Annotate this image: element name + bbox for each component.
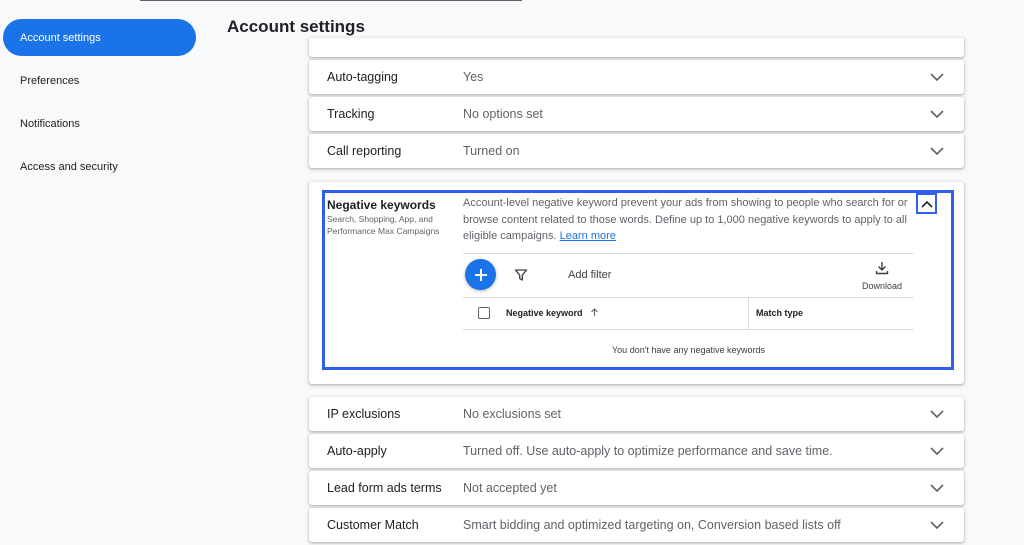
- column-divider: [748, 298, 749, 329]
- setting-row-ip-exclusions[interactable]: IP exclusions No exclusions set: [309, 397, 964, 431]
- settings-sidebar: Account settings Preferences Notificatio…: [0, 0, 210, 545]
- empty-table-message: You don't have any negative keywords: [612, 345, 765, 355]
- setting-row-customer-match[interactable]: Customer Match Smart bidding and optimiz…: [309, 508, 964, 542]
- row-value: Yes: [463, 70, 484, 84]
- chevron-down-icon[interactable]: [930, 446, 944, 456]
- add-keyword-button[interactable]: [465, 259, 496, 290]
- row-value: Turned off. Use auto-apply to optimize p…: [463, 444, 833, 458]
- sort-ascending-icon: [591, 308, 598, 316]
- sidebar-item-label: Account settings: [20, 31, 101, 44]
- setting-row-call-reporting[interactable]: Call reporting Turned on: [309, 134, 964, 168]
- negative-keywords-description: Account-level negative keyword prevent y…: [463, 195, 925, 245]
- row-label: Tracking: [327, 107, 375, 121]
- row-label: Customer Match: [327, 518, 419, 532]
- row-value: Not accepted yet: [463, 481, 557, 495]
- setting-row-lead-form-ads-terms[interactable]: Lead form ads terms Not accepted yet: [309, 471, 964, 505]
- sidebar-item-label: Preferences: [20, 74, 80, 87]
- row-value: Turned on: [463, 144, 520, 158]
- row-label: Auto-apply: [327, 444, 387, 458]
- chevron-down-icon[interactable]: [930, 109, 944, 119]
- column-header-negative-keyword[interactable]: Negative keyword: [506, 308, 599, 318]
- row-label: IP exclusions: [327, 407, 401, 421]
- filter-icon[interactable]: [514, 268, 528, 282]
- column-header-label: Negative keyword: [506, 308, 583, 318]
- sidebar-item-account-settings[interactable]: Account settings: [3, 19, 196, 56]
- page-title: Account settings: [227, 17, 365, 36]
- table-header-top-divider: [463, 297, 914, 298]
- row-label: Call reporting: [327, 144, 402, 158]
- toolbar-top-divider: [463, 253, 914, 254]
- collapse-button[interactable]: [916, 193, 937, 214]
- chevron-down-icon[interactable]: [930, 520, 944, 530]
- sidebar-item-notifications[interactable]: Notifications: [3, 105, 196, 142]
- row-label: Lead form ads terms: [327, 481, 442, 495]
- column-header-match-type[interactable]: Match type: [756, 308, 803, 318]
- row-label: Auto-tagging: [327, 70, 398, 84]
- negative-keywords-subtitle: Search, Shopping, App, and Performance M…: [327, 214, 440, 236]
- download-icon[interactable]: [875, 261, 889, 275]
- sidebar-item-access-security[interactable]: Access and security: [3, 148, 196, 185]
- add-filter-button[interactable]: Add filter: [568, 269, 611, 281]
- table-header-bottom-divider: [463, 329, 914, 330]
- setting-row-tracking[interactable]: Tracking No options set: [309, 97, 964, 131]
- chevron-up-icon: [920, 200, 933, 208]
- chevron-down-icon[interactable]: [930, 146, 944, 156]
- setting-row-auto-tagging[interactable]: Auto-tagging Yes: [309, 60, 964, 94]
- sidebar-item-label: Notifications: [20, 117, 80, 130]
- negative-keywords-title: Negative keywords: [327, 198, 436, 212]
- plus-icon: [474, 268, 487, 281]
- row-value: Smart bidding and optimized targeting on…: [463, 518, 841, 532]
- sidebar-item-preferences[interactable]: Preferences: [3, 62, 196, 99]
- chevron-down-icon[interactable]: [930, 483, 944, 493]
- sidebar-item-label: Access and security: [20, 160, 118, 173]
- chevron-down-icon[interactable]: [930, 72, 944, 82]
- learn-more-link[interactable]: Learn more: [560, 230, 616, 242]
- chevron-down-icon[interactable]: [930, 409, 944, 419]
- setting-row-partial: [309, 38, 964, 57]
- row-value: No exclusions set: [463, 407, 561, 421]
- download-label[interactable]: Download: [862, 281, 902, 291]
- row-value: No options set: [463, 107, 543, 121]
- description-text: Account-level negative keyword prevent y…: [463, 197, 908, 242]
- setting-row-auto-apply[interactable]: Auto-apply Turned off. Use auto-apply to…: [309, 434, 964, 468]
- select-all-checkbox[interactable]: [478, 307, 490, 319]
